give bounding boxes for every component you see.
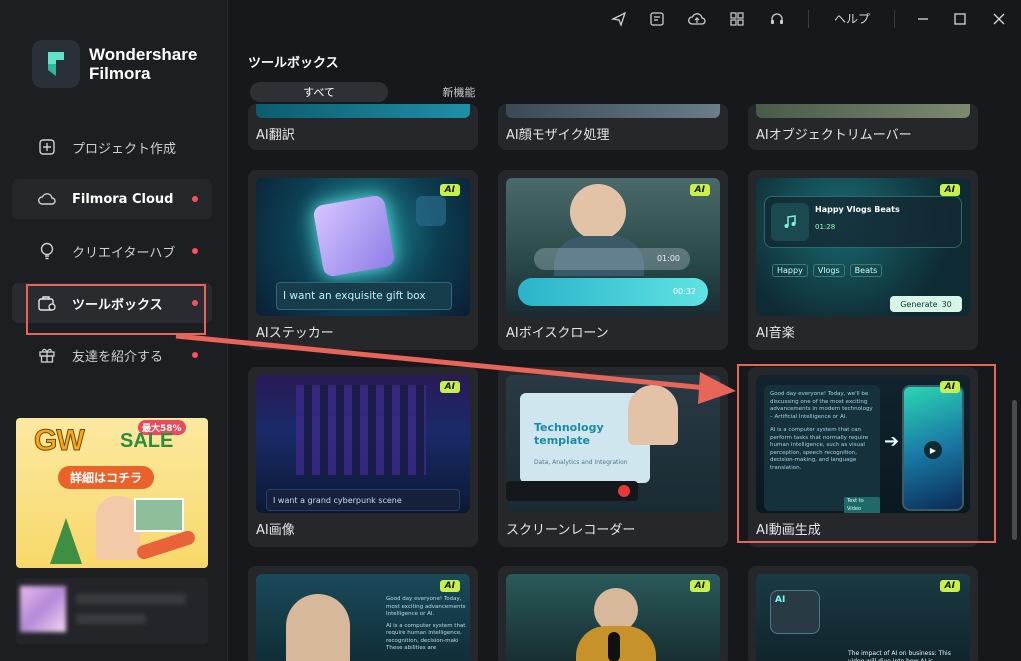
annotation-arrow [175, 333, 736, 404]
